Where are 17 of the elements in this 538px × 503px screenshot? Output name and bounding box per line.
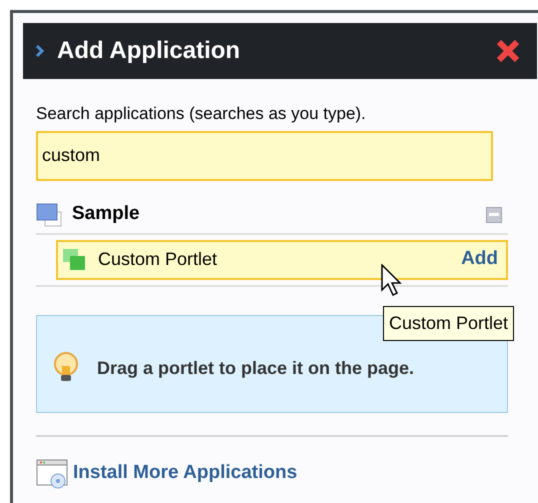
search-label: Search applications (searches as you type). <box>36 103 367 125</box>
window-cd-icon <box>36 458 69 488</box>
window-title: Add Application <box>57 36 240 66</box>
search-field[interactable]: custom <box>36 130 493 180</box>
chevron-icon <box>35 44 45 58</box>
add-link[interactable]: Add <box>461 245 498 274</box>
portlet-icon <box>62 248 88 272</box>
portlet-row[interactable]: Custom Portlet Add <box>56 240 508 280</box>
folder-window-icon <box>36 202 62 226</box>
tooltip: Custom Portlet <box>383 306 514 341</box>
message-text: Drag a portlet to place it on the page. <box>97 356 416 380</box>
portlet-name: Custom Portlet <box>98 248 218 271</box>
category-title: Sample <box>72 202 140 226</box>
close-icon[interactable] <box>495 38 521 64</box>
install-link[interactable]: Install More Applications <box>73 459 298 488</box>
lightbulb-icon <box>51 352 81 384</box>
collapse-button[interactable] <box>486 206 502 222</box>
